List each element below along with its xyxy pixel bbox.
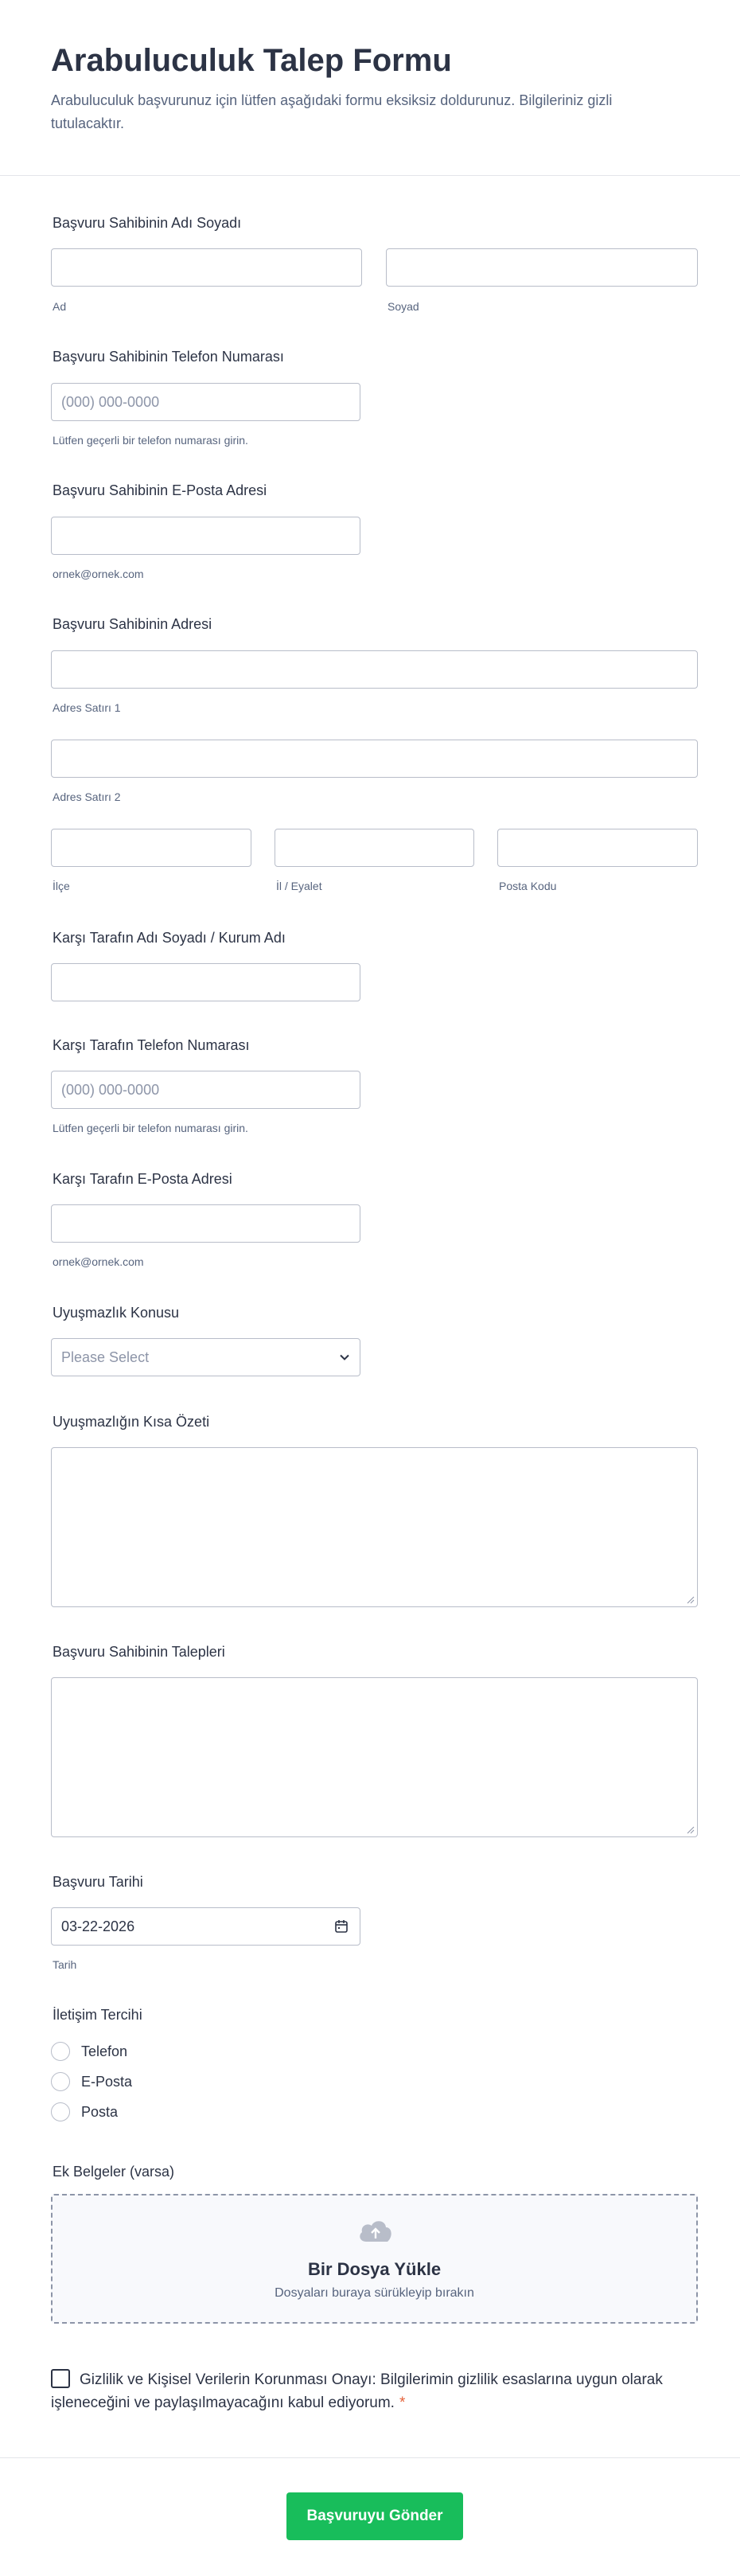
form-header: Arabuluculuk Talep Formu Arabuluculuk ba… [0, 0, 740, 176]
dispute-subject-label: Uyuşmazlık Konusu [53, 1305, 180, 1321]
dispute-summary-textarea[interactable] [51, 1447, 698, 1607]
radio-label: Posta [81, 2103, 119, 2120]
radio-option-telefon[interactable]: Telefon [51, 2042, 127, 2061]
resize-handle-icon[interactable] [687, 1826, 695, 1834]
calendar-icon[interactable] [334, 1919, 349, 1938]
application-date-label: Başvuru Tarihi [53, 1874, 143, 1890]
radio-option-eposta[interactable]: E-Posta [51, 2072, 132, 2091]
applicant-phone-hint: Lütfen geçerli bir telefon numarası giri… [53, 434, 248, 447]
applicant-email-label: Başvuru Sahibinin E-Posta Adresi [53, 482, 267, 498]
radio-label: Telefon [81, 2043, 128, 2059]
applicant-email-hint: ornek@ornek.com [53, 568, 144, 580]
counterparty-email-label: Karşı Tarafın E-Posta Adresi [53, 1171, 232, 1187]
consent-checkbox[interactable] [51, 2369, 70, 2388]
last-name-input[interactable] [386, 248, 698, 287]
chevron-down-icon [339, 1349, 350, 1366]
upload-title: Bir Dosya Yükle [307, 2259, 442, 2279]
resize-handle-icon[interactable] [687, 1596, 695, 1604]
address-line1-sublabel: Adres Satırı 1 [53, 701, 121, 714]
radio-label: E-Posta [81, 2073, 133, 2090]
upload-subtitle: Dosyaları buraya sürükleyip bırakın [275, 2286, 474, 2300]
consent-text: Gizlilik ve Kişisel Verilerin Korunması … [51, 2371, 663, 2412]
applicant-phone-label: Başvuru Sahibinin Telefon Numarası [53, 349, 284, 365]
city-input[interactable] [275, 829, 474, 867]
first-name-sublabel: Ad [53, 300, 67, 313]
date-sublabel: Tarih [53, 1958, 77, 1971]
city-sublabel: İl / Eyalet [276, 880, 322, 892]
counterparty-phone-input[interactable]: (000) 000-0000 [51, 1071, 360, 1109]
attachments-label: Ek Belgeler (varsa) [53, 2164, 175, 2180]
date-value: 03-22-2026 [61, 1918, 135, 1934]
radio-button[interactable] [51, 2072, 70, 2091]
submit-button[interactable]: Başvuruyu Gönder [286, 2492, 463, 2540]
applicant-requests-textarea[interactable] [51, 1677, 698, 1837]
counterparty-email-input[interactable] [51, 1204, 360, 1243]
applicant-phone-input[interactable]: (000) 000-0000 [51, 383, 360, 421]
dispute-subject-dropdown[interactable]: Please Select [51, 1338, 360, 1376]
postal-code-sublabel: Posta Kodu [499, 880, 557, 892]
counterparty-phone-label: Karşı Tarafın Telefon Numarası [53, 1037, 250, 1053]
district-input[interactable] [51, 829, 251, 867]
applicant-email-input[interactable] [51, 517, 360, 555]
application-date-input[interactable]: 03-22-2026 [51, 1907, 360, 1946]
last-name-sublabel: Soyad [388, 300, 419, 313]
district-sublabel: İlçe [53, 880, 70, 892]
consent-field: Gizlilik ve Kişisel Verilerin Korunması … [51, 2368, 687, 2415]
dispute-summary-label: Uyuşmazlığın Kısa Özeti [53, 1414, 210, 1430]
counterparty-name-input[interactable] [51, 963, 360, 1001]
counterparty-name-label: Karşı Tarafın Adı Soyadı / Kurum Adı [53, 930, 286, 946]
address-line1-input[interactable] [51, 650, 698, 689]
counterparty-phone-hint: Lütfen geçerli bir telefon numarası giri… [53, 1122, 248, 1134]
applicant-requests-label: Başvuru Sahibinin Talepleri [53, 1644, 225, 1660]
file-upload-dropzone[interactable]: Bir Dosya Yükle Dosyaları buraya sürükle… [51, 2194, 698, 2324]
form-footer: Başvuruyu Gönder [0, 2457, 740, 2576]
form-title: Arabuluculuk Talep Formu [51, 43, 452, 78]
postal-code-input[interactable] [497, 829, 698, 867]
radio-button[interactable] [51, 2102, 70, 2121]
contact-preference-label: İletişim Tercihi [53, 2007, 142, 2023]
applicant-name-label: Başvuru Sahibinin Adı Soyadı [53, 215, 242, 231]
applicant-address-label: Başvuru Sahibinin Adresi [53, 616, 212, 632]
first-name-input[interactable] [51, 248, 362, 287]
counterparty-email-hint: ornek@ornek.com [53, 1255, 144, 1268]
dropdown-placeholder: Please Select [61, 1348, 150, 1365]
radio-option-posta[interactable]: Posta [51, 2102, 118, 2121]
radio-button[interactable] [51, 2042, 70, 2061]
required-mark: * [399, 2395, 406, 2412]
form-subtitle: Arabuluculuk başvurunuz için lütfen aşağ… [51, 92, 613, 131]
address-line2-sublabel: Adres Satırı 2 [53, 790, 121, 803]
address-line2-input[interactable] [51, 740, 698, 778]
cloud-upload-icon [356, 2216, 395, 2249]
